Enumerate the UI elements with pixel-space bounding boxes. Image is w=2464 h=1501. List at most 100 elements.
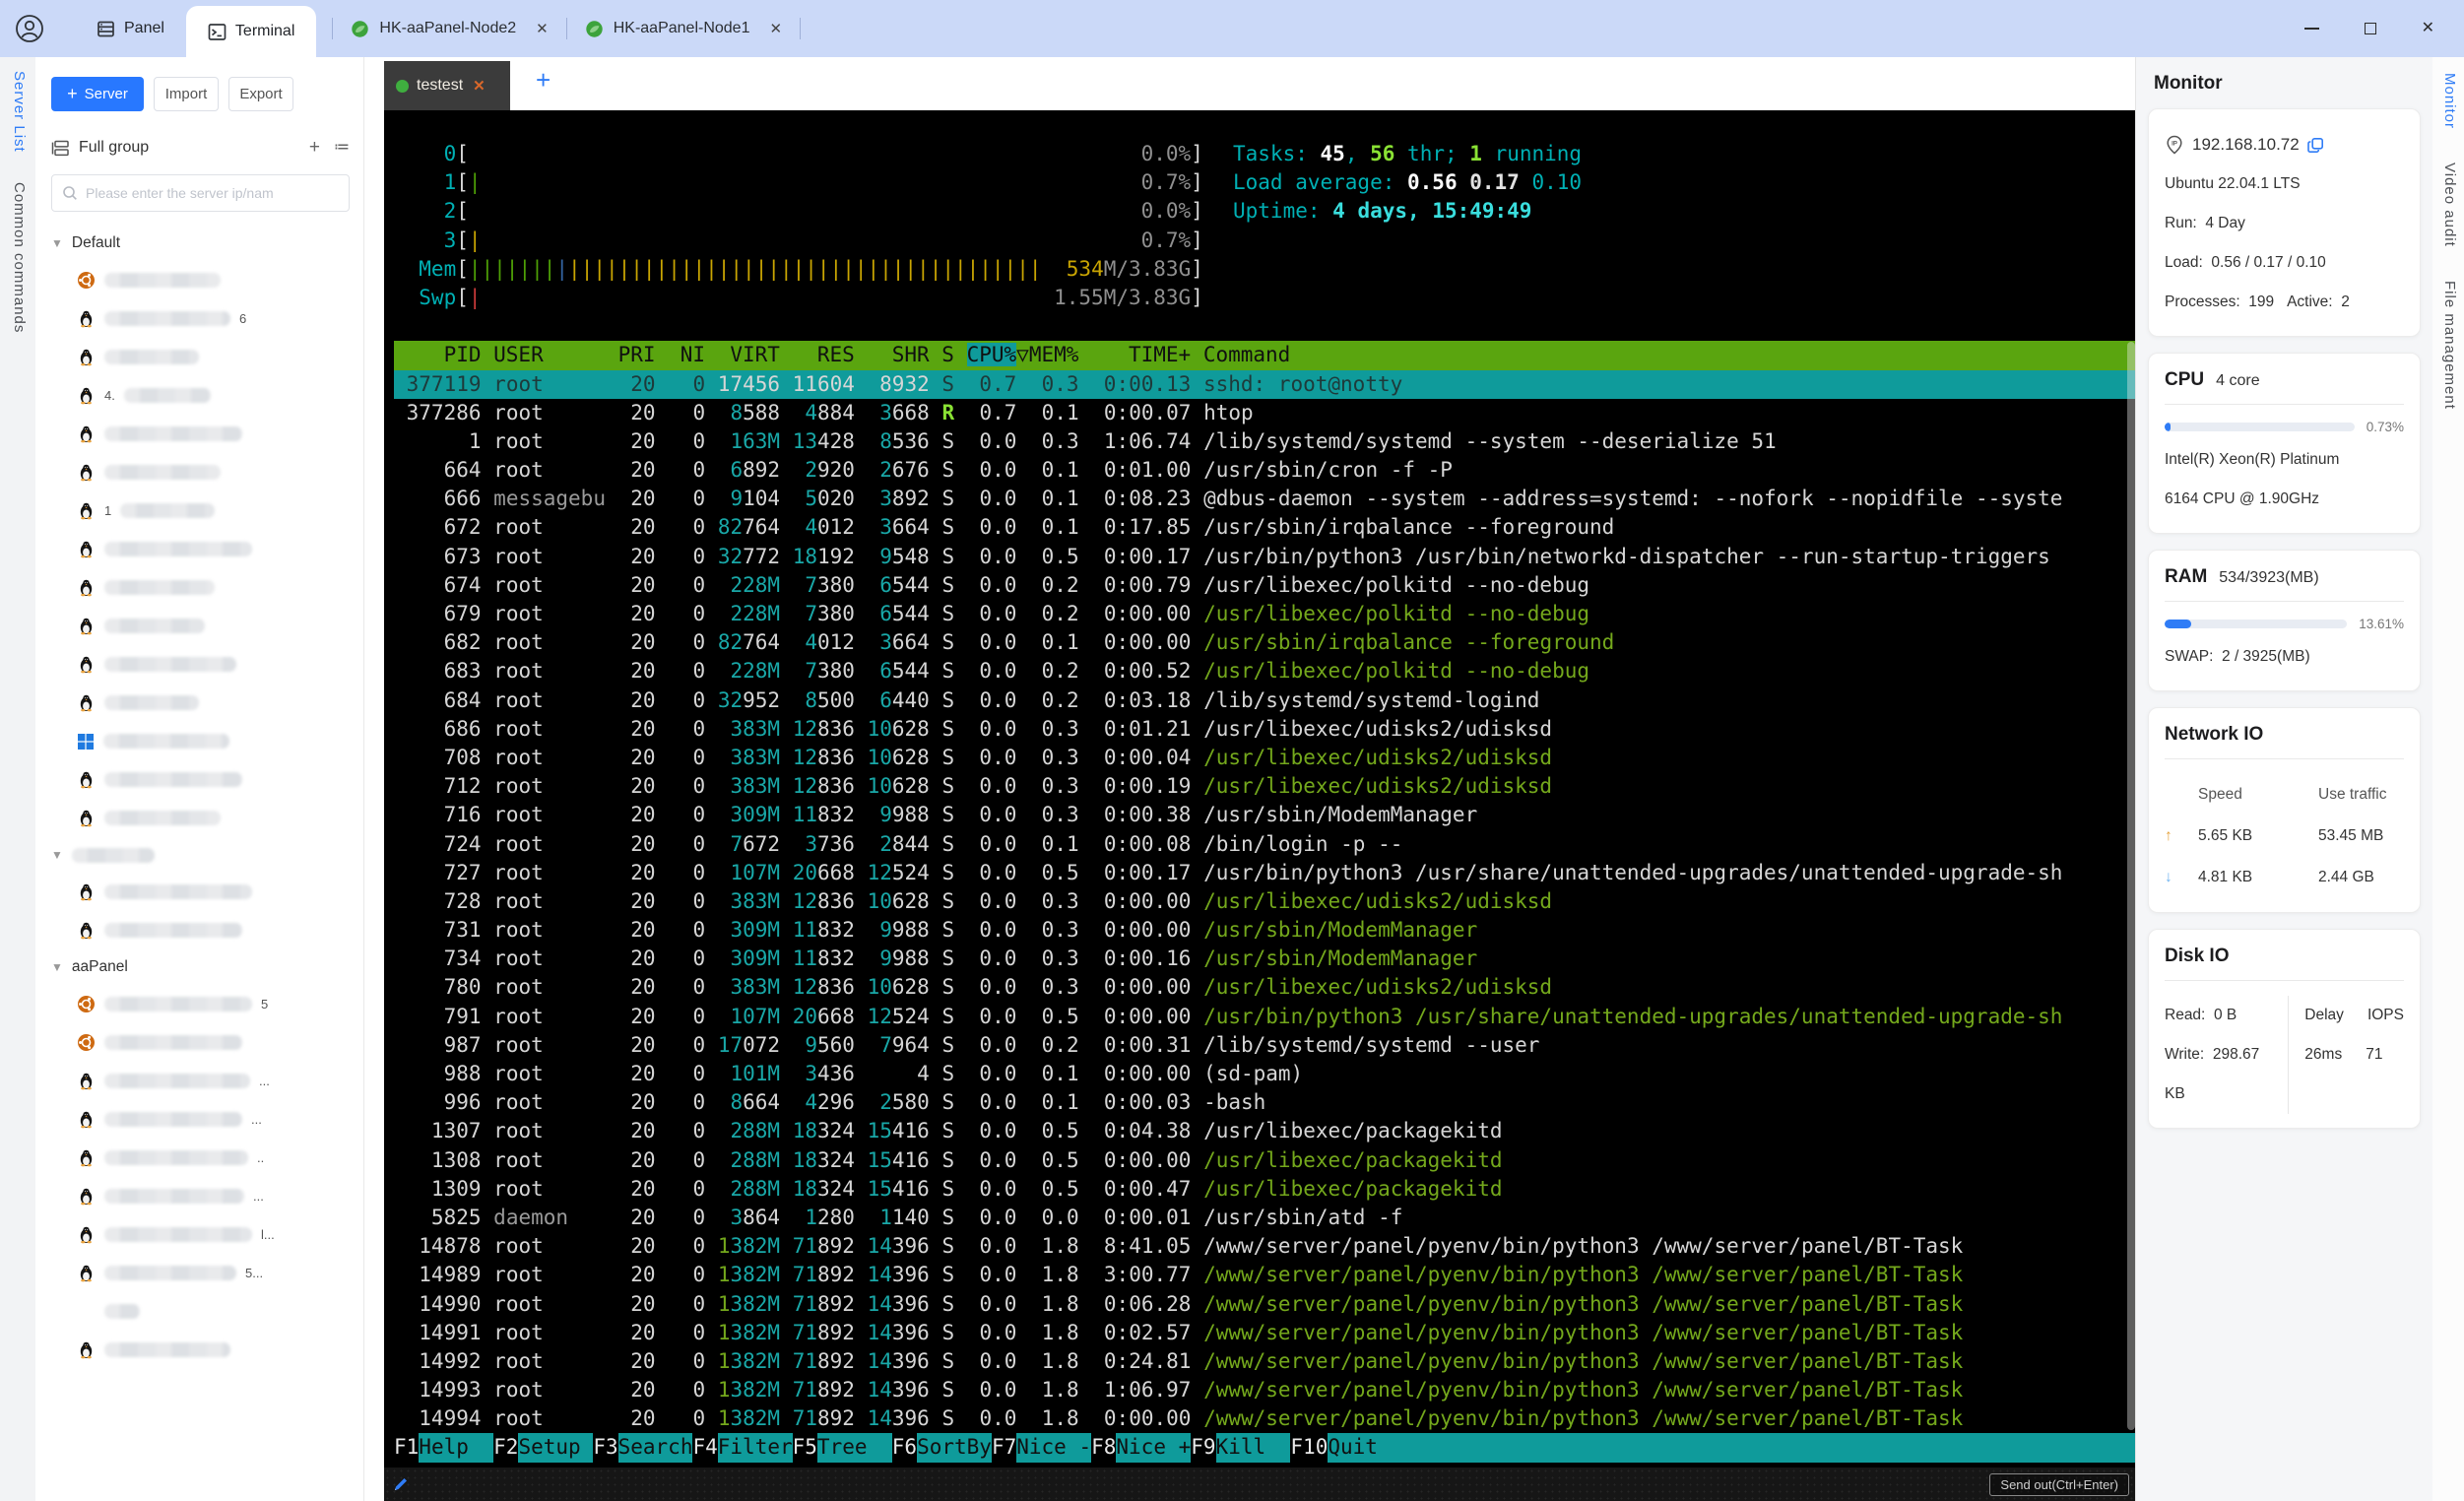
linux-os-icon bbox=[77, 309, 96, 328]
tab-panel-label: Panel bbox=[124, 20, 164, 36]
tab-terminal[interactable]: Terminal bbox=[185, 6, 317, 57]
add-server-button[interactable]: + Server bbox=[51, 77, 144, 111]
server-list-item[interactable] bbox=[51, 338, 350, 376]
terminal-session-tab[interactable]: testest ✕ bbox=[384, 61, 510, 110]
fkey-f2[interactable]: F2 bbox=[493, 1433, 518, 1462]
fkey-f3[interactable]: F3 bbox=[593, 1433, 617, 1462]
write-label: Write: bbox=[2165, 1046, 2205, 1063]
export-button[interactable]: Export bbox=[228, 77, 293, 111]
ubuntu-os-icon bbox=[77, 1033, 96, 1052]
window-controls: ✕ bbox=[2303, 21, 2464, 36]
add-group-icon[interactable]: + bbox=[309, 137, 320, 159]
ram-usage-pct: 13.61% bbox=[2359, 617, 2404, 631]
server-list-item[interactable]: 5 bbox=[51, 985, 350, 1023]
close-terminal-tab-icon[interactable]: ✕ bbox=[473, 77, 486, 95]
process-row: 674 root 20 0 228M 7380 6544 S 0.0 0.2 0… bbox=[394, 572, 1589, 597]
server-list-item[interactable] bbox=[51, 415, 350, 453]
fkey-f8[interactable]: F8 bbox=[1091, 1433, 1116, 1462]
server-group-header[interactable]: ▼ aaPanel bbox=[51, 949, 350, 985]
server-list-item[interactable] bbox=[51, 873, 350, 911]
server-list-item[interactable] bbox=[51, 261, 350, 299]
server-list-item[interactable]: ... bbox=[51, 1062, 350, 1100]
fkey-f6[interactable]: F6 bbox=[892, 1433, 917, 1462]
maximize-icon[interactable] bbox=[2364, 23, 2376, 34]
process-row: 664 root 20 0 6892 2920 2676 S 0.0 0.1 0… bbox=[394, 458, 1453, 483]
terminal-input-bar[interactable]: Send out(Ctrl+Enter) bbox=[384, 1468, 2137, 1501]
server-list-item[interactable] bbox=[51, 799, 350, 837]
terminal-scrollbar[interactable] bbox=[2127, 342, 2135, 1430]
server-list-item[interactable]: l... bbox=[51, 1215, 350, 1254]
terminal-tab-bar: testest ✕ + bbox=[384, 57, 2135, 110]
plus-icon: + bbox=[67, 84, 78, 103]
linux-os-icon bbox=[77, 386, 96, 405]
terminal-screen[interactable]: 0[ 0.0%] 1[| 0.7%] 2[ 0.0%] 3[| 0.7%] Me… bbox=[384, 110, 2137, 1468]
copy-icon[interactable] bbox=[2306, 137, 2324, 154]
server-list-item[interactable] bbox=[51, 607, 350, 645]
disk-io-title: Disk IO bbox=[2165, 946, 2230, 966]
rail-tab-server-list[interactable]: Server List bbox=[8, 71, 28, 153]
server-list-item[interactable] bbox=[51, 568, 350, 607]
fkey-f10[interactable]: F10 bbox=[1290, 1433, 1328, 1462]
send-button[interactable]: Send out(Ctrl+Enter) bbox=[1989, 1472, 2129, 1496]
server-group-header[interactable]: ▼ Default bbox=[51, 226, 350, 261]
server-list-item[interactable]: 4. bbox=[51, 376, 350, 415]
fkey-f4[interactable]: F4 bbox=[692, 1433, 717, 1462]
close-icon[interactable]: ✕ bbox=[536, 20, 549, 37]
server-list-item[interactable]: 5... bbox=[51, 1254, 350, 1292]
server-list-item[interactable] bbox=[51, 722, 350, 760]
htop-load-line: Load average: 0.56 0.17 0.10 bbox=[1233, 170, 1583, 195]
import-button[interactable]: Import bbox=[154, 77, 219, 111]
redacted-server-name bbox=[104, 1304, 140, 1319]
rail-tab-common-commands[interactable]: Common commands bbox=[8, 182, 28, 333]
linux-os-icon bbox=[77, 1187, 96, 1206]
down-speed: 4.81 KB bbox=[2198, 869, 2253, 885]
close-icon[interactable]: ✕ bbox=[769, 20, 782, 37]
server-list-item[interactable] bbox=[51, 911, 350, 949]
minimize-icon[interactable] bbox=[2303, 28, 2319, 30]
server-os: Ubuntu 22.04.1 LTS bbox=[2165, 175, 2301, 192]
fkey-f5[interactable]: F5 bbox=[793, 1433, 817, 1462]
redacted-group-name bbox=[71, 847, 155, 863]
server-list-item[interactable]: 1 bbox=[51, 491, 350, 530]
cpu-title: CPU bbox=[2165, 369, 2205, 390]
server-list-item[interactable]: ... bbox=[51, 1100, 350, 1139]
server-group-header[interactable]: ▼ bbox=[51, 837, 350, 873]
server-list-item[interactable]: .. bbox=[51, 1139, 350, 1177]
group-filter-label[interactable]: Full group bbox=[79, 139, 149, 157]
process-row: 14991 root 20 0 1382M 71892 14396 S 0.0 … bbox=[394, 1320, 1964, 1344]
server-list-item[interactable] bbox=[51, 684, 350, 722]
server-search[interactable] bbox=[51, 174, 350, 212]
process-row: 683 root 20 0 228M 7380 6544 S 0.0 0.2 0… bbox=[394, 659, 1589, 684]
close-window-icon[interactable]: ✕ bbox=[2422, 21, 2434, 36]
session-tab-node2[interactable]: HK-aaPanel-Node2 ✕ bbox=[333, 0, 565, 57]
server-list-item[interactable] bbox=[51, 1023, 350, 1062]
server-sidebar: + Server Import Export Full group + ≔ ▼ D… bbox=[35, 57, 364, 1501]
rail-tab-video-audit[interactable]: Video audit bbox=[2438, 163, 2458, 247]
rail-tab-file-management[interactable]: File management bbox=[2438, 281, 2458, 410]
server-group-list: ▼ Default 6 4. 1 ▼ ▼ aaPanel 5........... l... 5..… bbox=[51, 226, 350, 1369]
fkey-f1[interactable]: F1 bbox=[394, 1433, 419, 1462]
redacted-server-name bbox=[104, 542, 252, 556]
server-list-item[interactable] bbox=[51, 530, 350, 568]
server-list-item[interactable] bbox=[51, 760, 350, 799]
server-list-item[interactable] bbox=[51, 1331, 350, 1369]
search-input[interactable] bbox=[86, 185, 339, 201]
user-avatar-icon[interactable] bbox=[14, 13, 45, 44]
server-label-fragment: ... bbox=[251, 1112, 262, 1127]
add-terminal-tab-button[interactable]: + bbox=[536, 67, 551, 93]
server-list-item[interactable]: 6 bbox=[51, 299, 350, 338]
server-list-item[interactable] bbox=[51, 1292, 350, 1331]
server-list-item[interactable] bbox=[51, 453, 350, 491]
group-list-icon[interactable]: ≔ bbox=[334, 137, 350, 159]
session-tab-node1[interactable]: HK-aaPanel-Node1 ✕ bbox=[567, 0, 800, 57]
htop-tasks-line: Tasks: 45, 56 thr; 1 running bbox=[1233, 142, 1583, 165]
rail-tab-monitor[interactable]: Monitor bbox=[2438, 73, 2458, 129]
tab-panel[interactable]: Panel bbox=[75, 0, 186, 57]
server-list-item[interactable]: ... bbox=[51, 1177, 350, 1215]
fkey-f9[interactable]: F9 bbox=[1191, 1433, 1215, 1462]
server-list-item[interactable] bbox=[51, 645, 350, 684]
redacted-server-name bbox=[104, 465, 221, 480]
htop-meter-mem: Mem[||||||||||||||||||||||||||||||||||||… bbox=[394, 256, 1203, 281]
session-status-dot bbox=[396, 79, 409, 93]
fkey-f7[interactable]: F7 bbox=[992, 1433, 1016, 1462]
